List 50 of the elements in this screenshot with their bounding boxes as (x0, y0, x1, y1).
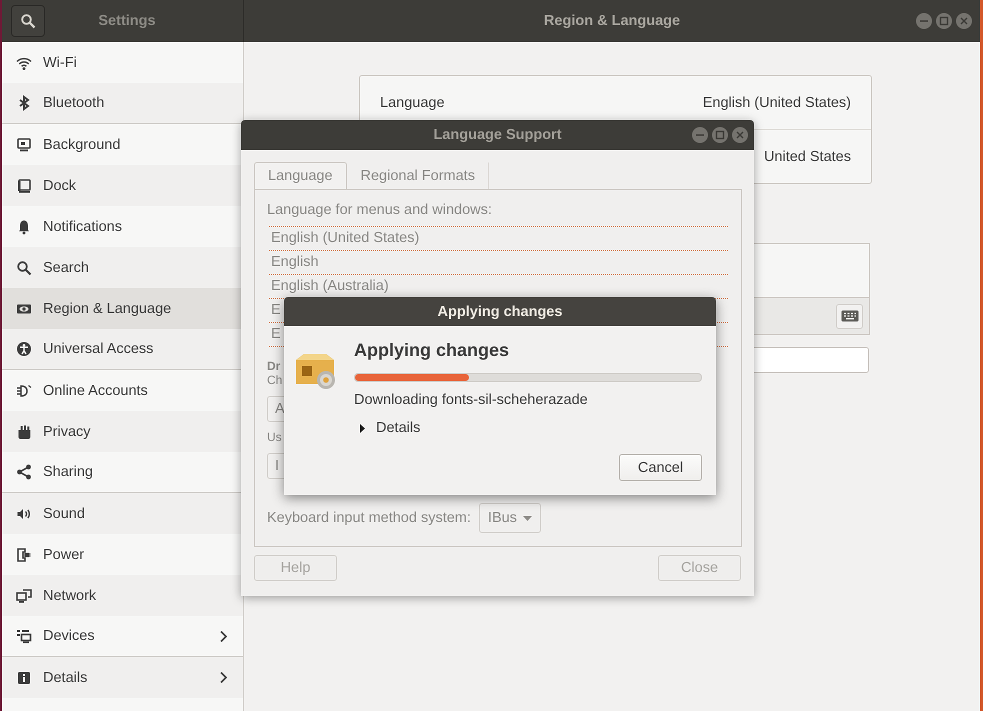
accessibility-icon (16, 341, 32, 357)
field-label: Keyboard input method system: (267, 510, 471, 526)
monitor-icon (16, 136, 32, 152)
sidebar-item[interactable]: Region & Language (2, 288, 243, 329)
search-icon (16, 260, 32, 276)
sidebar-item[interactable]: Dock (2, 165, 243, 206)
dialog-title: Language Support (433, 127, 562, 143)
share-icon (16, 464, 32, 480)
sidebar-item[interactable]: Bluetooth (2, 83, 243, 124)
list-label: Language for menus and windows: (267, 202, 493, 220)
sidebar-item[interactable]: Privacy (2, 411, 243, 452)
sidebar-item[interactable]: Sound (2, 493, 243, 534)
minimize-button[interactable] (692, 127, 708, 143)
bell-icon (16, 218, 32, 234)
details-expander[interactable]: Details (354, 420, 420, 436)
section-text: Ch (267, 373, 284, 387)
chevron-icon (219, 630, 228, 642)
search-button[interactable] (11, 5, 45, 37)
sidebar-item[interactable]: Online Accounts (2, 370, 243, 411)
close-button[interactable] (956, 13, 972, 29)
window-title: Region & Language (544, 13, 680, 29)
dialog-title: Applying changes (438, 304, 562, 320)
section-heading: Dr (267, 359, 282, 373)
search-icon (20, 13, 36, 29)
sidebar-item[interactable]: Power (2, 534, 243, 575)
maximize-button[interactable] (712, 127, 728, 143)
status-text: Downloading fonts-sil-scheherazade (354, 392, 589, 408)
computers-icon (16, 588, 32, 604)
caret-icon (522, 516, 532, 520)
sidebar-item[interactable]: Notifications (2, 206, 243, 247)
sidebar-item[interactable]: Details (2, 657, 243, 698)
sidebar-item[interactable]: Search (2, 247, 243, 288)
info-icon (16, 670, 32, 686)
sidebar-title: Settings (97, 13, 157, 29)
sidebar-item[interactable]: Universal Access (2, 329, 243, 370)
window-icon (16, 178, 32, 194)
minimize-button[interactable] (916, 13, 932, 29)
chevron-icon (219, 671, 228, 684)
sidebar-item[interactable]: Network (2, 575, 243, 616)
close-button[interactable] (732, 127, 748, 143)
sidebar-item[interactable]: Background (2, 124, 243, 165)
dialog-heading: Applying changes (354, 340, 510, 361)
keyboard-icon (840, 310, 858, 322)
screens-icon (16, 628, 32, 644)
keyboard-button[interactable] (836, 304, 863, 328)
maximize-button[interactable] (936, 13, 952, 29)
sidebar-item[interactable]: Wi-Fi (2, 42, 243, 83)
section-text: Us (267, 430, 283, 444)
hand-icon (16, 424, 32, 440)
cancel-button[interactable]: Cancel (619, 454, 702, 481)
